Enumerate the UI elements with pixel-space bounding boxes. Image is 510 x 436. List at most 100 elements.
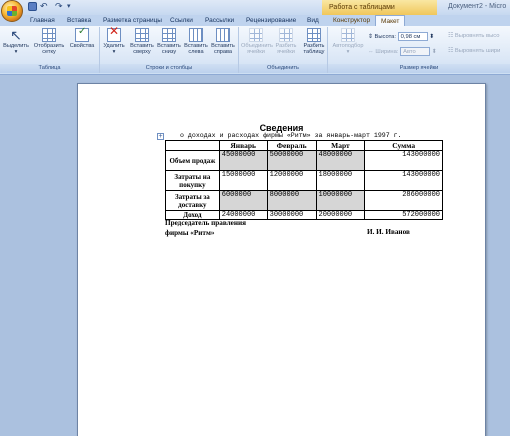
save-icon[interactable] bbox=[28, 2, 37, 11]
dropdown-caret-icon: ▾ bbox=[14, 49, 18, 55]
insert-below-button[interactable]: Вставить снизу bbox=[156, 28, 182, 55]
table-move-handle-icon[interactable]: + bbox=[157, 133, 164, 140]
merge-cells-icon bbox=[249, 28, 263, 42]
table-cell[interactable]: 15000000 bbox=[218, 170, 268, 191]
table-cell[interactable]: 8000000 bbox=[266, 190, 317, 211]
col-width-label: Ширина: bbox=[375, 49, 399, 56]
office-button[interactable] bbox=[1, 0, 23, 22]
row-height-input[interactable]: 0,98 см bbox=[397, 32, 428, 41]
table-cell[interactable]: 143000000 bbox=[364, 170, 443, 191]
view-gridlines-button[interactable]: Отобразить сетку bbox=[31, 28, 67, 55]
group-table: ↖ Выделить ▾ Отобразить сетку Свойства Т… bbox=[0, 27, 100, 73]
insert-left-icon bbox=[189, 28, 203, 42]
autofit-icon bbox=[341, 28, 355, 42]
table-cell[interactable]: 48000000 bbox=[315, 150, 366, 171]
table-cell[interactable]: 45000000 bbox=[218, 150, 268, 171]
distribute-cols-button[interactable]: ☷ Выровнять шири bbox=[448, 48, 500, 54]
merge-cells-button[interactable]: Объединить ячейки bbox=[241, 28, 273, 55]
delete-button[interactable]: Удалить ▾ bbox=[102, 28, 126, 55]
insert-below-icon bbox=[162, 28, 176, 42]
tab-mailings[interactable]: Рассылки bbox=[205, 15, 234, 26]
col-width-input[interactable]: Авто bbox=[400, 47, 431, 56]
document-title: Документ2 - Micro bbox=[448, 3, 507, 10]
title-bar: ↶ ↷ ▾ Работа с таблицами Документ2 - Mic… bbox=[0, 0, 510, 15]
table-header-cell[interactable]: Январь bbox=[218, 140, 268, 151]
signature-name: И. И. Иванов bbox=[367, 228, 410, 236]
signature-title-line-1: Председатель правления bbox=[165, 219, 246, 227]
insert-right-button[interactable]: Вставить справа bbox=[210, 28, 236, 55]
tab-layout[interactable]: Макет bbox=[375, 15, 406, 26]
row-label-cell[interactable]: Затраты за доставку bbox=[165, 190, 220, 211]
table-cell[interactable]: 12000000 bbox=[266, 170, 317, 191]
insert-above-icon bbox=[135, 28, 149, 42]
tab-home[interactable]: Главная bbox=[30, 15, 55, 26]
tab-review[interactable]: Рецензирование bbox=[246, 15, 296, 26]
table-row: Объем продаж 45000000 50000000 48000000 … bbox=[165, 150, 443, 171]
row-height-row: ⇕ Высота: 0,98 см ⬍ bbox=[368, 32, 434, 41]
row-height-label: Высота: bbox=[374, 34, 397, 41]
context-tools-title: Работа с таблицами bbox=[322, 0, 437, 15]
insert-left-button[interactable]: Вставить слева bbox=[183, 28, 209, 55]
table-header-cell[interactable]: Сумма bbox=[364, 140, 443, 151]
gridlines-label-2: сетку bbox=[42, 49, 56, 55]
distribute-cols-icon: ☷ bbox=[448, 48, 454, 54]
table-header-cell[interactable]: Март bbox=[315, 140, 366, 151]
quick-access-dropdown-icon[interactable]: ▾ bbox=[67, 2, 76, 11]
delete-table-icon bbox=[107, 28, 121, 42]
tab-insert[interactable]: Вставка bbox=[67, 15, 91, 26]
row-height-icon: ⇕ bbox=[368, 34, 373, 41]
document-page[interactable]: Сведения о доходах и расходах фирмы «Рит… bbox=[77, 83, 486, 436]
dropdown-caret-icon: ▾ bbox=[346, 49, 350, 55]
redo-icon[interactable]: ↷ bbox=[55, 2, 64, 11]
table-header-cell[interactable]: Февраль bbox=[266, 140, 317, 151]
insert-above-label-2: сверху bbox=[133, 49, 151, 55]
office-logo-icon bbox=[7, 6, 17, 16]
group-cell-size-label: Размер ячейки bbox=[328, 64, 510, 73]
split-table-label-2: таблицу bbox=[303, 49, 325, 55]
insert-right-label-2: справа bbox=[213, 49, 233, 55]
merge-cells-label-2: ячейки bbox=[247, 49, 265, 55]
document-subheading: о доходах и расходах фирмы «Ритм» за янв… bbox=[180, 132, 402, 139]
split-cells-label-2: ячейки bbox=[277, 49, 295, 55]
signature-title: Председатель правления фирмы «Ритм» bbox=[165, 218, 246, 238]
data-table[interactable]: Январь Февраль Март Сумма Объем продаж 4… bbox=[165, 140, 443, 220]
distribute-rows-button[interactable]: ☷ Выровнять высо bbox=[448, 33, 499, 39]
dropdown-caret-icon: ▾ bbox=[112, 49, 116, 55]
table-cell[interactable]: 20000000 bbox=[315, 210, 366, 220]
properties-button[interactable]: Свойства bbox=[68, 28, 96, 49]
table-header-cell[interactable] bbox=[165, 140, 220, 151]
properties-icon bbox=[75, 28, 89, 42]
tab-design[interactable]: Конструктор bbox=[333, 15, 370, 26]
group-merge: Объединить ячейки Разбить ячейки Разбить… bbox=[239, 27, 328, 73]
table-cell[interactable]: 572000000 bbox=[364, 210, 443, 220]
table-cell[interactable]: 18000000 bbox=[315, 170, 366, 191]
ribbon-tabs: Главная Вставка Разметка страницы Ссылки… bbox=[0, 15, 510, 26]
group-merge-label: Объединить bbox=[239, 64, 327, 73]
insert-right-icon bbox=[216, 28, 230, 42]
table-cell[interactable]: 286000000 bbox=[364, 190, 443, 211]
table-row: Затраты на покупку 15000000 12000000 180… bbox=[165, 170, 443, 191]
table-cell[interactable]: 6000000 bbox=[218, 190, 268, 211]
table-cell[interactable]: 50000000 bbox=[266, 150, 317, 171]
distribute-rows-icon: ☷ bbox=[448, 33, 454, 39]
split-table-button[interactable]: Разбить таблицу bbox=[301, 28, 327, 55]
table-cell[interactable]: 30000000 bbox=[266, 210, 317, 220]
split-cells-button[interactable]: Разбить ячейки bbox=[274, 28, 298, 55]
table-cell[interactable]: 143000000 bbox=[364, 150, 443, 171]
autofit-button[interactable]: Автоподбор ▾ bbox=[331, 28, 365, 55]
row-label-cell[interactable]: Объем продаж bbox=[165, 150, 220, 171]
tab-view[interactable]: Вид bbox=[307, 15, 319, 26]
insert-above-button[interactable]: Вставить сверху bbox=[129, 28, 155, 55]
col-width-row: ⇔ Ширина: Авто ⬍ bbox=[368, 47, 437, 56]
split-cells-icon bbox=[279, 28, 293, 42]
insert-below-label-2: снизу bbox=[161, 49, 177, 55]
col-width-spinner-icon[interactable]: ⬍ bbox=[432, 49, 437, 55]
insert-left-label-2: слева bbox=[188, 49, 204, 55]
table-cell[interactable]: 10000000 bbox=[315, 190, 366, 211]
select-button[interactable]: ↖ Выделить ▾ bbox=[3, 28, 29, 55]
split-table-icon bbox=[307, 28, 321, 42]
tab-references[interactable]: Ссылки bbox=[170, 15, 193, 26]
row-label-cell[interactable]: Затраты на покупку bbox=[165, 170, 220, 191]
row-height-spinner-icon[interactable]: ⬍ bbox=[429, 34, 434, 40]
undo-icon[interactable]: ↶ bbox=[40, 2, 49, 11]
